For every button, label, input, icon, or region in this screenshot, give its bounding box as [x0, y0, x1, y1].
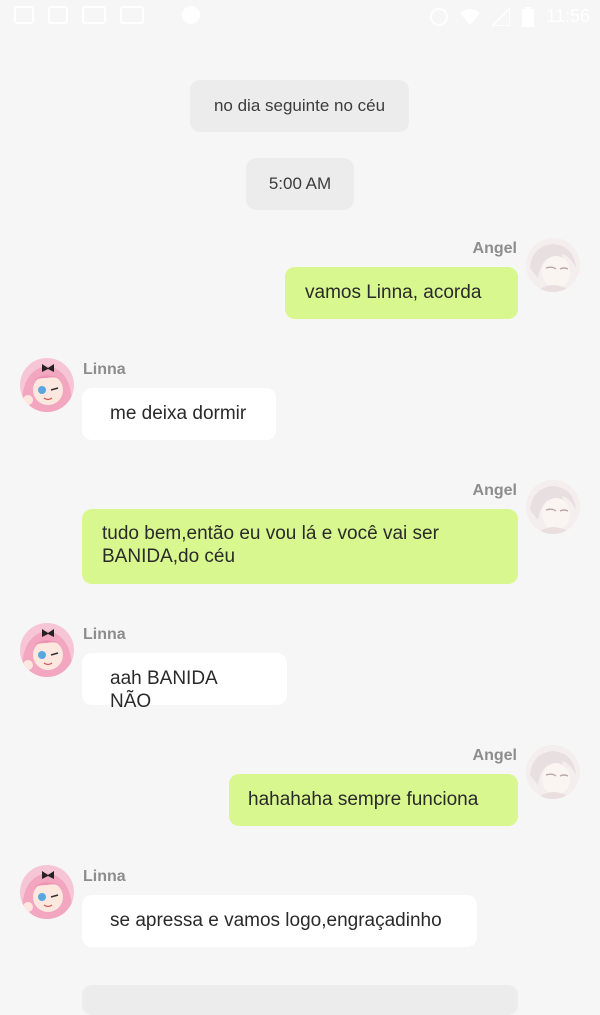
status-bar-right-icons: 11:56	[430, 6, 590, 27]
angel-avatar-icon	[526, 238, 580, 292]
battery-icon	[522, 6, 535, 27]
avatar-angel[interactable]	[526, 238, 580, 292]
wifi-icon	[460, 8, 481, 25]
message-bubble[interactable]: se apressa e vamos logo,engraçadinho	[82, 895, 477, 947]
message-text: hahahaha sempre funciona	[248, 789, 479, 810]
clock: 11:56	[546, 6, 590, 26]
circle-icon	[182, 6, 200, 24]
sender-name: Angel	[472, 240, 517, 257]
system-message: no dia seguinte no céu	[190, 80, 409, 132]
avatar-linna[interactable]	[20, 865, 74, 919]
sender-name: Angel	[472, 482, 517, 499]
avatar-linna[interactable]	[20, 623, 74, 677]
system-message-text: no dia seguinte no céu	[213, 96, 386, 115]
message-text: aah BANIDA NÃO	[110, 668, 217, 712]
angel-avatar-icon	[526, 745, 580, 799]
status-bar-left-icons	[14, 6, 200, 24]
message-bubble-partial[interactable]	[82, 985, 518, 1015]
linna-avatar-icon	[20, 865, 74, 919]
video-icon	[120, 6, 144, 24]
message-bubble[interactable]: me deixa dormir	[82, 388, 276, 440]
message-text: me deixa dormir	[110, 403, 247, 424]
linna-avatar-icon	[20, 358, 74, 412]
video-icon	[82, 6, 106, 24]
linna-avatar-icon	[20, 623, 74, 677]
avatar-angel[interactable]	[526, 745, 580, 799]
status-bar: 11:56	[0, 0, 600, 34]
system-message-text: 5:00 AM	[268, 174, 332, 193]
message-bubble[interactable]: hahahaha sempre funciona	[229, 774, 518, 826]
message-text: se apressa e vamos logo,engraçadinho	[110, 910, 442, 931]
message-bubble[interactable]: tudo bem,então eu vou lá e você vai ser …	[82, 509, 518, 584]
alarm-icon	[430, 7, 449, 26]
image-icon	[48, 6, 68, 24]
system-message: 5:00 AM	[246, 158, 354, 210]
avatar-linna[interactable]	[20, 358, 74, 412]
message-bubble[interactable]: vamos Linna, acorda	[285, 267, 518, 319]
message-text: tudo bem,então eu vou lá e você vai ser …	[102, 523, 439, 567]
sender-name: Linna	[83, 626, 126, 643]
signal-icon	[492, 7, 511, 26]
sender-name: Linna	[83, 361, 126, 378]
message-text: vamos Linna, acorda	[305, 282, 482, 303]
angel-avatar-icon	[526, 480, 580, 534]
app-icon	[14, 6, 34, 24]
sender-name: Angel	[472, 747, 517, 764]
sender-name: Linna	[83, 868, 126, 885]
message-bubble[interactable]: aah BANIDA NÃO	[82, 653, 287, 712]
avatar-angel[interactable]	[526, 480, 580, 534]
